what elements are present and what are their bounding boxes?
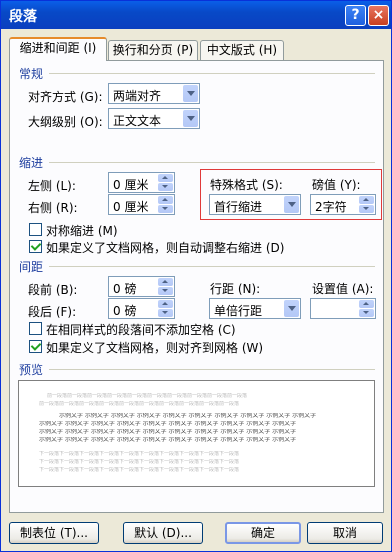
left-indent-spinner[interactable]: 0 厘米 [108,172,175,193]
line-spacing-at-spinner[interactable] [310,298,376,319]
preview-next-line: 下一段落下一段落下一段落下一段落下一段落下一段落下一段落下一段落下一段落下一段落 [39,459,240,465]
chevron-down-icon[interactable] [284,300,299,317]
alignment-label: 对齐方式 (G): [28,90,103,104]
line-spacing-at-label: 设置值 (A): [312,282,374,296]
left-indent-value: 0 厘米 [113,178,149,192]
indent-by-spinner[interactable]: 2字符 [310,194,376,215]
line-spacing-label: 行距 (N): [210,282,261,296]
dialog-title: 段落 [9,9,37,25]
auto-right-indent-checkbox[interactable] [29,240,42,253]
snap-to-grid-label: 如果定义了文档网格，则对齐到网格 (W) [46,341,264,355]
spin-down-icon[interactable] [158,309,173,317]
help-button[interactable]: ? [345,5,366,26]
set-default-button[interactable]: 默认 (D)... [123,522,203,544]
alignment-value: 两端对齐 [113,89,162,103]
right-indent-label: 右侧 (R): [28,201,78,215]
space-after-label: 段后 (F): [28,305,77,319]
preview-prev-line: 前一段落前一段落前一段落前一段落前一段落前一段落前一段落前一段落前一段落前一段落 [39,401,240,407]
spin-down-icon[interactable] [158,183,173,191]
section-spacing: 间距 [19,260,44,274]
snap-to-grid-checkbox[interactable] [29,340,42,353]
special-indent-value: 首行缩进 [214,200,263,214]
spin-down-icon[interactable] [359,205,374,213]
outline-level-label: 大纲级别 (O): [28,115,103,129]
indent-by-value: 2字符 [315,200,347,214]
special-indent-label: 特殊格式 (S): [210,178,283,192]
outline-level-select[interactable]: 正文文本 [108,108,200,129]
spin-up-icon[interactable] [359,196,374,204]
preview-sample-line: 示例文字 示例文字 示例文字 示例文字 示例文字 示例文字 示例文字 示例文字 … [59,413,317,419]
line-spacing-value: 单倍行距 [214,304,263,318]
chevron-down-icon[interactable] [183,85,198,102]
space-before-spinner[interactable]: 0 磅 [108,276,175,297]
right-indent-value: 0 厘米 [113,200,149,214]
mirror-indents-label: 对称缩进 (M) [46,224,118,238]
tab-line-page-breaks[interactable]: 换行和分页 (P) [108,40,198,60]
no-space-same-style-label: 在相同样式的段落间不添加空格 (C) [46,323,236,337]
chevron-down-icon[interactable] [284,196,299,213]
tabs-button[interactable]: 制表位 (T)... [9,522,99,544]
auto-right-indent-label: 如果定义了文档网格，则自动调整右缩进 (D) [46,241,285,255]
close-button[interactable]: × [368,5,389,26]
spin-up-icon[interactable] [158,278,173,286]
space-before-value: 0 磅 [113,282,137,296]
preview-prev-line: 前一段落前一段落前一段落前一段落前一段落前一段落前一段落前一段落前一段落前一段落 [47,393,248,399]
preview-sample-line: 示例文字 示例文字 示例文字 示例文字 示例文字 示例文字 示例文字 示例文字 … [39,421,297,427]
outline-level-value: 正文文本 [113,114,162,128]
spin-down-icon[interactable] [359,309,374,317]
preview-sample-line: 示例文字 示例文字 示例文字 示例文字 示例文字 示例文字 示例文字 示例文字 … [39,437,297,443]
title-bar[interactable]: 段落 ? × [1,1,391,29]
mirror-indents-checkbox[interactable] [29,223,42,236]
spin-down-icon[interactable] [158,287,173,295]
divider [49,266,375,267]
chevron-down-icon[interactable] [183,110,198,127]
tab-indents-spacing[interactable]: 缩进和间距 (I) [9,37,107,61]
divider [49,369,375,370]
divider [49,73,375,74]
paragraph-dialog: 段落 ? × 缩进和间距 (I) 换行和分页 (P) 中文版式 (H) 常规 对… [0,0,392,552]
preview-pane: 前一段落前一段落前一段落前一段落前一段落前一段落前一段落前一段落前一段落前一段落… [18,380,375,487]
spin-up-icon[interactable] [158,300,173,308]
spin-up-icon[interactable] [158,174,173,182]
special-indent-select[interactable]: 首行缩进 [209,194,301,215]
alignment-select[interactable]: 两端对齐 [108,83,200,104]
section-preview: 预览 [19,363,44,377]
spin-down-icon[interactable] [158,205,173,213]
spin-up-icon[interactable] [158,196,173,204]
cancel-button[interactable]: 取消 [307,522,383,544]
preview-next-line: 下一段落下一段落下一段落下一段落下一段落下一段落下一段落下一段落下一段落下一段落 [39,451,240,457]
space-after-value: 0 磅 [113,304,137,318]
right-indent-spinner[interactable]: 0 厘米 [108,194,175,215]
space-before-label: 段前 (B): [28,283,78,297]
space-after-spinner[interactable]: 0 磅 [108,298,175,319]
preview-next-line: 下一段落下一段落下一段落下一段落下一段落下一段落下一段落下一段落下一段落下一段落 [39,467,240,473]
no-space-same-style-checkbox[interactable] [29,322,42,335]
ok-button[interactable]: 确定 [225,522,301,544]
divider [49,162,375,163]
section-general: 常规 [19,67,44,81]
spin-up-icon[interactable] [359,300,374,308]
section-indentation: 缩进 [19,156,44,170]
left-indent-label: 左侧 (L): [28,179,76,193]
indent-by-label: 磅值 (Y): [312,178,361,192]
preview-sample-line: 示例文字 示例文字 示例文字 示例文字 示例文字 示例文字 示例文字 示例文字 … [39,429,297,435]
tab-asian-typography[interactable]: 中文版式 (H) [200,40,284,60]
line-spacing-select[interactable]: 单倍行距 [209,298,301,319]
